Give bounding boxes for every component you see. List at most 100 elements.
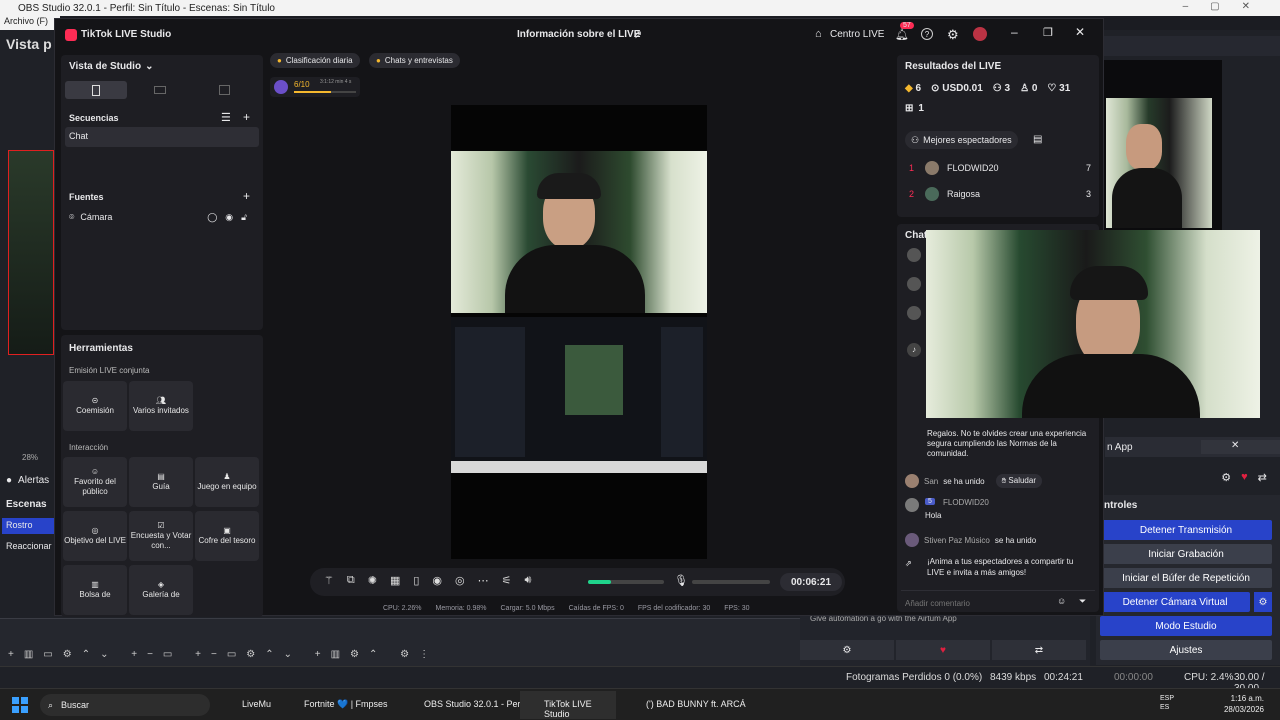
fan-favorite-tool[interactable]: ☺ Favorito del público bbox=[63, 457, 127, 507]
settings-icon[interactable]: ⚙ bbox=[947, 27, 959, 43]
studio-view-dropdown[interactable]: Vista de Studio ⌄ bbox=[69, 61, 153, 72]
layout-toggle[interactable] bbox=[65, 81, 255, 99]
taskbar-app[interactable]: Fortnite 💙 | Fmpses bbox=[304, 699, 388, 710]
top-viewer-row[interactable]: 2 Raigosa 3 bbox=[909, 187, 1091, 201]
mic-volume-slider[interactable] bbox=[692, 580, 770, 584]
obs-camera-preview-small bbox=[1096, 60, 1222, 230]
sequence-item-chat[interactable]: Chat bbox=[65, 127, 259, 147]
help-icon[interactable]: ? bbox=[921, 28, 933, 40]
ranking-widget[interactable]: 6/10 3:1:12 min 4 s bbox=[270, 77, 360, 97]
obs-dock-icons[interactable]: ⚙ ♥ ⇄ bbox=[1210, 467, 1278, 487]
centro-live-link[interactable]: Centro LIVE bbox=[830, 29, 884, 40]
chats-interviews-chip[interactable]: ● Chats y entrevistas bbox=[369, 53, 460, 68]
start-recording-button[interactable]: Iniciar Grabación bbox=[1100, 544, 1272, 564]
gear-icon[interactable]: ⚙ bbox=[1221, 471, 1231, 484]
add-source-icon[interactable]: + bbox=[243, 189, 250, 203]
source-actions[interactable]: ◯◉🔓︎ bbox=[207, 212, 255, 223]
add-sequence-icon[interactable]: + bbox=[243, 110, 250, 124]
magic-wand-icon[interactable]: ⚚ bbox=[324, 574, 334, 587]
sliders-icon[interactable]: ⚟ bbox=[502, 574, 512, 587]
clock[interactable]: 1:16 a.m. 28/03/2026 bbox=[1218, 693, 1264, 715]
dual-layout-icon[interactable] bbox=[193, 81, 255, 99]
portrait-layout-icon[interactable] bbox=[65, 81, 127, 99]
live-goal-tool[interactable]: ◎ Objetivo del LIVE bbox=[63, 511, 127, 561]
settings-button[interactable]: Ajustes bbox=[1100, 640, 1272, 660]
speaker-volume-slider[interactable] bbox=[588, 580, 664, 584]
filter-icon[interactable]: ⏷ bbox=[1079, 596, 1086, 607]
avatar[interactable] bbox=[973, 27, 987, 41]
share-icon[interactable]: ⇗ bbox=[633, 28, 642, 41]
daily-ranking-chip[interactable]: ● Clasificación diaria bbox=[270, 53, 360, 68]
obs-close-bar[interactable]: ✕ bbox=[1201, 440, 1280, 454]
team-game-tool[interactable]: ♟ Juego en equipo bbox=[195, 457, 259, 507]
bag-tool[interactable]: ▥ Bolsa de bbox=[63, 565, 127, 615]
bell-icon[interactable]: 🔔︎ bbox=[895, 28, 909, 41]
greet-button[interactable]: ✋︎ Saludar bbox=[995, 474, 1042, 488]
face-shape bbox=[1126, 124, 1162, 170]
window-controls[interactable]: –▢✕ bbox=[1183, 1, 1272, 12]
top-viewers-tab[interactable]: ⚇ Mejores espectadores bbox=[905, 131, 1018, 149]
phone-icon[interactable]: ▯ bbox=[413, 574, 419, 587]
minimize-icon[interactable]: – bbox=[1011, 25, 1018, 39]
obs-zoom: 28% bbox=[22, 453, 39, 462]
target-icon: ◎ bbox=[91, 526, 99, 535]
gallery-tool[interactable]: ◈ Galería de bbox=[129, 565, 193, 615]
taskbar-app[interactable]: (') BAD BUNNY ft. ARCÁ bbox=[646, 699, 746, 709]
multi-guest-tool[interactable]: 👥︎ Varios invitados bbox=[129, 381, 193, 431]
live-preview[interactable] bbox=[451, 105, 707, 559]
windows-start-icon[interactable] bbox=[12, 697, 28, 713]
overlay-icon[interactable]: ⧉ bbox=[347, 574, 355, 587]
top-viewer-row[interactable]: 1 FLODWID20 7 bbox=[909, 161, 1091, 175]
taskbar-app[interactable]: LiveMu bbox=[242, 699, 271, 709]
swap-icon[interactable]: ⇄ bbox=[992, 640, 1086, 660]
emoji-icon[interactable]: ☺ bbox=[1057, 596, 1066, 606]
restore-icon[interactable]: ❐ bbox=[1043, 26, 1053, 39]
obs-scene-item[interactable]: Reaccionar bbox=[6, 541, 52, 551]
effects-icon[interactable]: ✺ bbox=[368, 574, 377, 587]
taskbar-search[interactable]: ⌕ Buscar bbox=[40, 694, 210, 716]
close-icon[interactable]: ✕ bbox=[1075, 25, 1085, 39]
obs-dock-toolbar[interactable]: +▥▭⚙⌃⌄ +−▭ +−▭⚙⌃⌄ +▥⚙⌃ ⚙⋮ bbox=[8, 649, 439, 660]
hair-shape bbox=[537, 173, 601, 199]
speaker-icon[interactable]: 🔊︎ bbox=[525, 574, 532, 587]
gear-icon[interactable]: ⚙ bbox=[800, 640, 894, 660]
obs-status-bar: Fotogramas Perdidos 0 (0.0%) 8439 kbps 0… bbox=[0, 666, 1280, 705]
users-icon: ⚇ bbox=[911, 134, 920, 145]
heart-icon[interactable]: ♥ bbox=[1241, 471, 1248, 483]
replay-buffer-button[interactable]: Iniciar el Búfer de Repetición bbox=[1100, 568, 1272, 588]
source-item-camera[interactable]: ⌾ Cámara ◯◉🔓︎ bbox=[69, 209, 255, 225]
more-icon[interactable]: ⋯ bbox=[478, 574, 489, 587]
rank-progress bbox=[294, 91, 356, 93]
obs-menu-file[interactable]: Archivo (F) bbox=[0, 16, 60, 30]
wave-icon: ✋︎ bbox=[1001, 476, 1007, 485]
studio-mode-button[interactable]: Modo Estudio bbox=[1100, 616, 1272, 636]
guide-tool[interactable]: ▤ Guía bbox=[129, 457, 193, 507]
taskbar-app[interactable]: OBS Studio 32.0.1 - Perfi bbox=[424, 699, 525, 709]
cohost-tool[interactable]: ⊝ Coemisión bbox=[63, 381, 127, 431]
heart-icon[interactable]: ♥ bbox=[896, 640, 990, 660]
taskbar-app-active[interactable]: TikTok LIVE Studio bbox=[520, 691, 616, 719]
home-icon[interactable]: ⌂ bbox=[815, 28, 822, 40]
camera-switch-icon[interactable]: ◎ bbox=[455, 574, 465, 587]
list-icon[interactable]: ☰ bbox=[221, 111, 231, 124]
list-icon[interactable]: ▤ bbox=[1033, 134, 1042, 145]
treasure-chest-tool[interactable]: ▣ Cofre del tesoro bbox=[195, 511, 259, 561]
stop-stream-button[interactable]: Detener Transmisión bbox=[1100, 520, 1272, 540]
obs-preview-thumb[interactable] bbox=[8, 150, 54, 355]
language-indicator[interactable]: ESP ES bbox=[1160, 694, 1174, 712]
chest-icon: ▣ bbox=[223, 526, 231, 535]
mic-icon[interactable]: 🎙︎ bbox=[674, 574, 688, 587]
obs-scene-item[interactable]: Rostro bbox=[2, 518, 54, 534]
virtual-camera-button[interactable]: Detener Cámara Virtual bbox=[1100, 592, 1250, 612]
swap-icon[interactable]: ⇄ bbox=[1258, 471, 1267, 484]
layout-icon[interactable]: ▦ bbox=[390, 574, 400, 587]
landscape-layout-icon[interactable] bbox=[129, 81, 191, 99]
poll-tool[interactable]: ☑ Encuesta y Votar con... bbox=[129, 511, 193, 561]
obs-side-item[interactable]: n App ✕ bbox=[1105, 437, 1280, 457]
record-icon[interactable]: ◉ bbox=[432, 574, 442, 587]
vcam-settings-icon[interactable]: ⚙ bbox=[1254, 592, 1272, 612]
link-icon: ⊝ bbox=[91, 396, 99, 405]
obs-alerts[interactable]: ● Alertas bbox=[6, 472, 54, 488]
comment-input[interactable] bbox=[903, 596, 1061, 610]
live-info-title[interactable]: Información sobre el LIVE bbox=[517, 29, 640, 40]
